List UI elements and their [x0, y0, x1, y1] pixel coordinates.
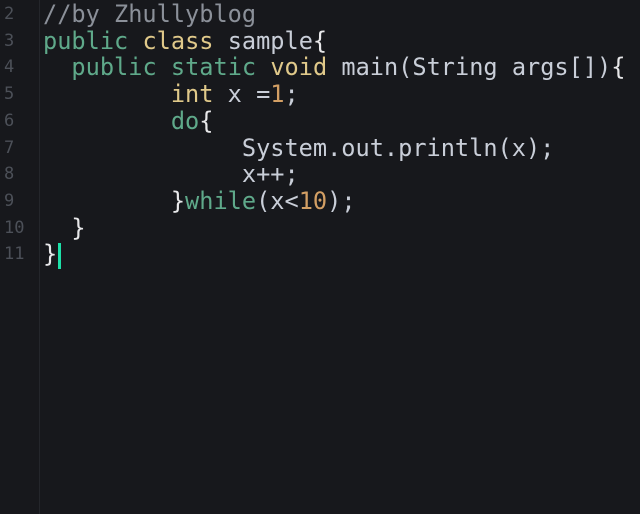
- code-token: int: [170, 80, 214, 109]
- code-token: public: [43, 26, 129, 55]
- line-number: 7: [4, 137, 15, 158]
- line-number: 9: [4, 190, 15, 211]
- line-number: 5: [4, 84, 15, 105]
- code-token: main(String args[]): [327, 53, 612, 82]
- code-token: sample: [213, 26, 313, 55]
- code-line[interactable]: }: [43, 240, 62, 269]
- code-line[interactable]: public class sample{: [43, 26, 328, 55]
- line-number: 4: [4, 57, 15, 78]
- code-token: {: [312, 26, 328, 55]
- code-token: (x<: [256, 186, 299, 215]
- code-line[interactable]: }: [43, 213, 86, 242]
- line-number: 10: [4, 217, 25, 238]
- code-token: {: [199, 106, 214, 135]
- line-number: 8: [4, 164, 15, 185]
- code-token: {: [611, 53, 626, 82]
- code-line[interactable]: //by Zhullyblog: [43, 1, 256, 28]
- code-token: class: [142, 26, 214, 55]
- code-token: 1: [270, 80, 285, 109]
- code-token: ;: [284, 80, 299, 109]
- code-line[interactable]: }while(x<10);: [43, 188, 356, 215]
- code-token: x =: [213, 80, 271, 109]
- code-token: 10: [298, 186, 328, 215]
- code-token: System.out.println(x);: [43, 133, 555, 162]
- code-token: //by Zhullyblog: [43, 0, 257, 28]
- code-token: void: [270, 53, 328, 82]
- text-cursor: [58, 242, 62, 269]
- code-token: do: [170, 106, 200, 135]
- line-number: 2: [4, 4, 15, 24]
- line-number: 6: [4, 110, 15, 131]
- code-token: public: [71, 53, 157, 82]
- code-line[interactable]: int x =1;: [43, 81, 299, 108]
- code-token: }: [43, 186, 186, 215]
- code-token: x++;: [43, 160, 299, 189]
- code-token: static: [170, 53, 257, 82]
- code-line[interactable]: public static void main(String args[]){: [43, 54, 625, 81]
- code-token: );: [327, 186, 356, 215]
- line-number-gutter: 2 3 4 5 6 7 8 9 10 11: [0, 0, 40, 514]
- line-number: 3: [4, 30, 15, 51]
- code-token: }: [43, 240, 58, 269]
- line-number: 11: [4, 244, 25, 265]
- code-line[interactable]: System.out.println(x);: [43, 133, 555, 162]
- code-token: }: [43, 213, 86, 242]
- code-line[interactable]: x++;: [43, 161, 299, 188]
- code-token: while: [185, 186, 257, 215]
- code-line[interactable]: do{: [43, 106, 214, 135]
